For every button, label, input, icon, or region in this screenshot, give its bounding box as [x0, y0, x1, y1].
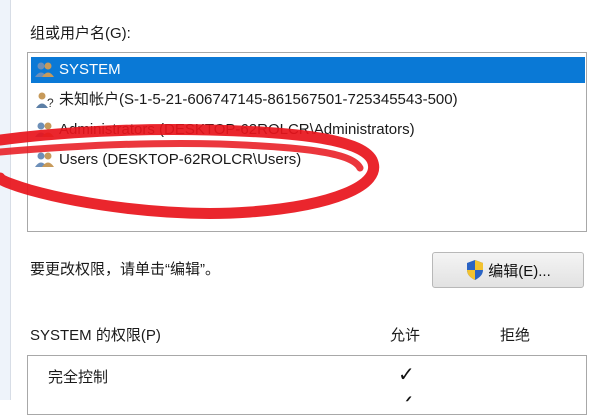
unknown-user-icon: ? [36, 92, 54, 110]
list-item-label: 未知帐户(S-1-5-21-606747145-861567501-725345… [59, 91, 458, 108]
list-item-label: Administrators (DESKTOP-62ROLCR\Administ… [59, 121, 415, 138]
list-item-label: Users (DESKTOP-62ROLCR\Users) [59, 151, 302, 168]
permissions-list[interactable] [27, 355, 587, 415]
allow-column-header: 允许 [390, 327, 421, 344]
group-list-label: 组或用户名(G): [30, 25, 131, 42]
group-user-list[interactable]: SYSTEM ? 未知帐户(S-1-5-21-606747145-8615675… [27, 52, 587, 232]
list-item-label: SYSTEM [59, 61, 121, 78]
permissions-label: SYSTEM 的权限(P) [30, 327, 161, 344]
users-group-icon [35, 62, 54, 77]
list-item-unknown-account[interactable]: ? 未知帐户(S-1-5-21-606747145-861567501-7253… [34, 87, 458, 113]
users-group-icon [35, 152, 54, 167]
list-item-administrators[interactable]: Administrators (DESKTOP-62ROLCR\Administ… [34, 117, 415, 143]
window-left-border [0, 0, 11, 400]
users-group-icon [35, 122, 54, 137]
edit-button-label: 编辑(E)... [488, 262, 551, 280]
list-item-system[interactable]: SYSTEM [31, 57, 585, 83]
list-item-users[interactable]: Users (DESKTOP-62ROLCR\Users) [34, 147, 301, 173]
allow-check-icon: ✓ [398, 364, 415, 386]
uac-shield-icon [467, 260, 484, 280]
permission-row-label: 完全控制 [48, 369, 109, 386]
svg-text:?: ? [47, 96, 54, 110]
edit-button[interactable]: 编辑(E)... [432, 252, 584, 288]
deny-column-header: 拒绝 [500, 327, 531, 344]
edit-permissions-hint: 要更改权限，请单击“编辑”。 [30, 261, 220, 278]
